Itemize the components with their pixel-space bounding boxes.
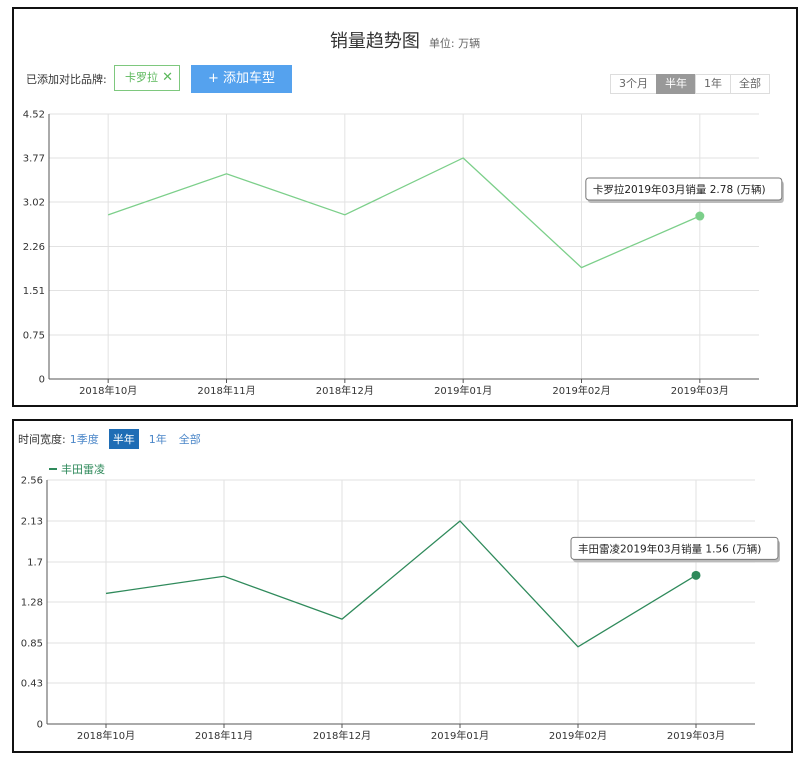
tooltip: 丰田雷凌2019年03月销量 1.56 (万辆) bbox=[570, 536, 780, 563]
y-tick-label: 3.02 bbox=[23, 197, 45, 208]
sales-trend-panel: 销量趋势图 单位: 万辆 已添加对比品牌: 卡罗拉 ✕ + 添加车型 3个月 半… bbox=[12, 7, 798, 407]
rival-trend-panel: 时间宽度: 1季度 半年 1年 全部 0 0.43 0.85 1.28 1.7 2.13 2… bbox=[12, 419, 793, 753]
y-tick-label: 2.26 bbox=[23, 242, 45, 253]
sales-line-chart: 0 0.75 1.51 2.26 3.02 3.77 4.52 2018年10月 2018年11… bbox=[23, 110, 784, 397]
y-tick-label: 1.51 bbox=[23, 286, 45, 297]
y-tick-label: 1.28 bbox=[21, 598, 43, 609]
legend-label: 丰田雷凌 bbox=[61, 462, 105, 476]
y-tick-label: 2.56 bbox=[21, 476, 43, 487]
y-tick-label: 0.43 bbox=[21, 679, 43, 690]
y-tick-label: 0 bbox=[37, 720, 43, 731]
tooltip-text: 丰田雷凌2019年03月销量 1.56 (万辆) bbox=[578, 542, 761, 555]
rival-line-chart: 0 0.43 0.85 1.28 1.7 2.13 2.56 2018年10月 2018年11月… bbox=[21, 462, 780, 742]
x-tick-label: 2018年11月 bbox=[197, 384, 255, 397]
x-tick-label: 2018年12月 bbox=[313, 729, 371, 742]
data-point bbox=[695, 211, 705, 221]
x-tick-label: 2019年02月 bbox=[552, 384, 610, 397]
x-tick-label: 2018年12月 bbox=[316, 384, 374, 397]
tooltip-text: 卡罗拉2019年03月销量 2.78 (万辆) bbox=[593, 183, 766, 196]
series-line bbox=[107, 157, 701, 269]
y-tick-label: 3.77 bbox=[23, 153, 45, 164]
x-tick-label: 2018年10月 bbox=[77, 729, 135, 742]
x-tick-label: 2019年01月 bbox=[431, 729, 489, 742]
tooltip: 卡罗拉2019年03月销量 2.78 (万辆) bbox=[585, 177, 784, 204]
x-tick-label: 2018年11月 bbox=[195, 729, 253, 742]
x-tick-label: 2019年03月 bbox=[671, 384, 729, 397]
y-tick-label: 4.52 bbox=[23, 110, 45, 121]
y-tick-label: 0.85 bbox=[21, 638, 43, 649]
x-tick-label: 2018年10月 bbox=[79, 384, 137, 397]
x-tick-label: 2019年03月 bbox=[667, 729, 725, 742]
y-tick-label: 0.75 bbox=[23, 331, 45, 342]
y-tick-label: 1.7 bbox=[27, 557, 43, 568]
data-point bbox=[691, 570, 701, 580]
y-tick-label: 2.13 bbox=[21, 516, 43, 527]
x-tick-label: 2019年02月 bbox=[549, 729, 607, 742]
x-tick-label: 2019年01月 bbox=[434, 384, 492, 397]
y-tick-label: 0 bbox=[39, 375, 45, 386]
